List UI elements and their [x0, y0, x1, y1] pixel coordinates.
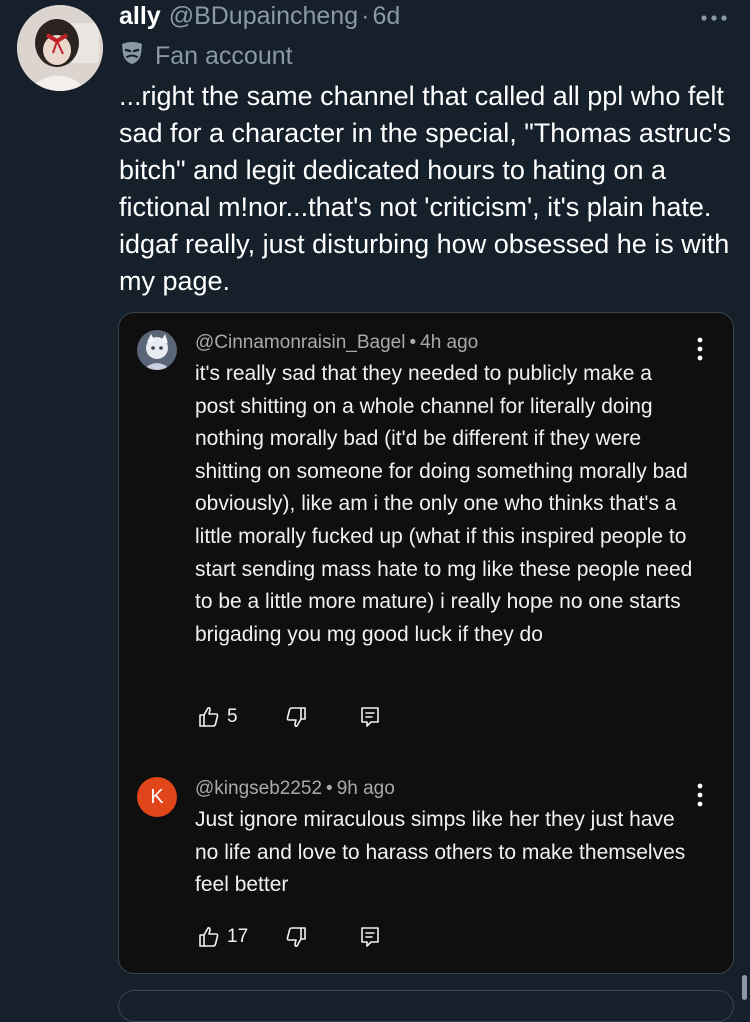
reply-icon	[358, 705, 382, 729]
tweet-text: ...right the same channel that called al…	[119, 81, 732, 296]
comment-time: 9h ago	[336, 778, 395, 799]
like-action: 17	[197, 925, 248, 949]
attached-image[interactable]: @Cinnamonraisin_Bagel • 4h ago it's really…	[118, 312, 734, 974]
comment-actions: 5	[197, 705, 382, 729]
reply-action	[358, 925, 382, 949]
thumbs-up-icon	[197, 705, 221, 729]
thumbs-down-icon	[284, 705, 308, 729]
badge-label: Fan account	[155, 42, 293, 70]
commenter-avatar	[137, 330, 177, 370]
theater-mask-icon	[119, 40, 145, 73]
meta-dot: •	[326, 778, 333, 799]
comment-meta: @kingseb2252 • 9h ago	[195, 778, 395, 800]
dislike-action	[284, 925, 308, 949]
comment-username: @Cinnamonraisin_Bagel	[195, 332, 406, 353]
comment-item: @Cinnamonraisin_Bagel • 4h ago it's really…	[119, 313, 733, 733]
like-count: 17	[227, 926, 249, 947]
comment-item: K @kingseb2252 • 9h ago Just ignore miracu…	[119, 753, 733, 973]
scrollbar[interactable]	[742, 975, 747, 1000]
comment-username: @kingseb2252	[195, 778, 323, 799]
like-count: 5	[227, 706, 238, 727]
next-card-edge	[118, 990, 734, 1022]
comment-actions: 17	[197, 925, 382, 949]
author-name[interactable]: ally	[119, 2, 161, 31]
thumbs-down-icon	[284, 925, 308, 949]
tweet-timestamp[interactable]: 6d	[372, 2, 400, 31]
more-horizontal-icon[interactable]	[700, 6, 728, 26]
thumbs-up-icon	[197, 925, 221, 949]
separator: ·	[361, 2, 370, 30]
tweet-header: ally @BDupaincheng · 6d	[119, 2, 730, 38]
comment-text: Just ignore miraculous simps like her th…	[195, 808, 686, 897]
fan-account-badge: Fan account	[119, 40, 293, 73]
author-handle[interactable]: @BDupaincheng	[169, 2, 358, 31]
avatar-image	[17, 5, 103, 91]
reply-icon	[358, 925, 382, 949]
like-action: 5	[197, 705, 238, 729]
more-vertical-icon	[695, 783, 705, 807]
reply-action	[358, 705, 382, 729]
meta-dot: •	[409, 332, 417, 353]
comment-time: 4h ago	[420, 332, 479, 353]
commenter-avatar: K	[137, 777, 177, 817]
more-vertical-icon	[695, 337, 705, 361]
dislike-action	[284, 705, 308, 729]
comment-text: it's really sad that they needed to publ…	[195, 362, 693, 646]
author-avatar[interactable]	[17, 5, 103, 91]
comment-meta: @Cinnamonraisin_Bagel • 4h ago	[195, 332, 478, 354]
